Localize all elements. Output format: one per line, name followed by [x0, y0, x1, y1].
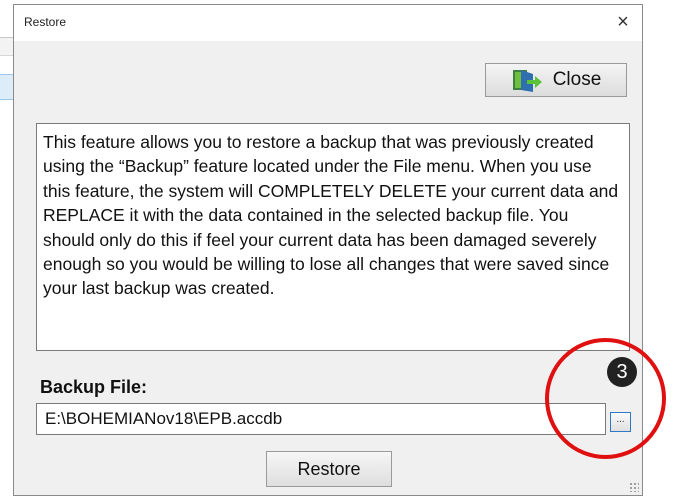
- window-close-icon[interactable]: ×: [610, 9, 636, 35]
- close-button[interactable]: Close: [485, 63, 627, 97]
- close-button-label: Close: [552, 69, 602, 90]
- dialog-title: Restore: [24, 15, 67, 29]
- resize-grip[interactable]: [629, 482, 639, 492]
- exit-door-icon: [511, 68, 543, 92]
- title-bar: Restore ×: [14, 5, 642, 41]
- restore-button[interactable]: Restore: [266, 451, 392, 487]
- restore-dialog: Restore × Close This feature allows you …: [13, 4, 643, 496]
- backup-file-label: Backup File:: [40, 377, 148, 397]
- info-text-box: This feature allows you to restore a bac…: [36, 123, 630, 351]
- annotation-circle: [545, 338, 666, 459]
- step-number-badge: 3: [607, 357, 637, 387]
- backup-file-input[interactable]: E:\BOHEMIANov18\EPB.accdb: [36, 403, 606, 435]
